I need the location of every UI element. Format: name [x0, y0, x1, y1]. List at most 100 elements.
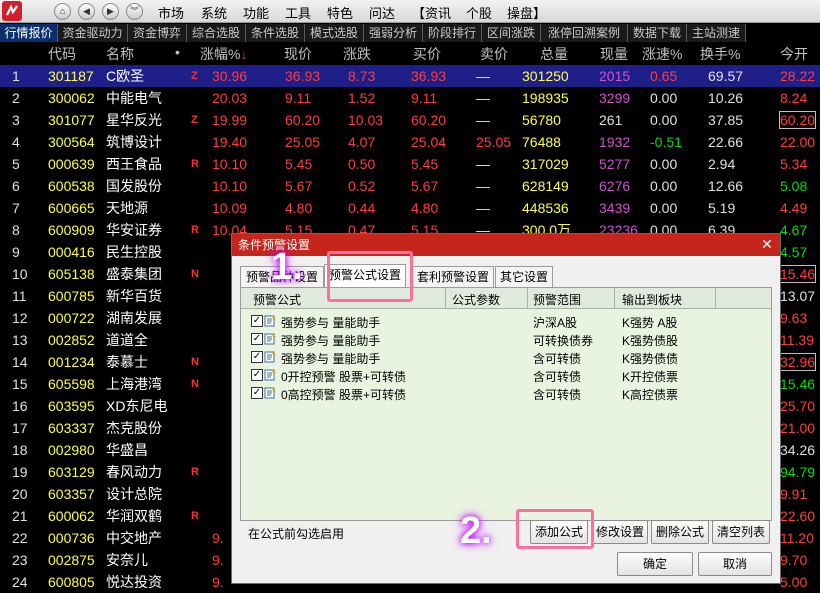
table-row[interactable]: 1 301187 C欧圣 30.96 36.93 8.73 36.93 — 301250 2015… [0, 65, 820, 87]
current-volume: 3299 [599, 90, 631, 106]
total-volume: 198935 [522, 90, 569, 106]
tab-quotes[interactable]: 行情报价 [0, 24, 58, 42]
back-icon[interactable]: ◀ [78, 3, 95, 20]
open-price: 60.20 [778, 111, 817, 129]
menu-stock[interactable]: 个股 [466, 3, 492, 22]
tab-data-download[interactable]: 数据下载 [628, 24, 687, 42]
tab-server-test[interactable]: 主站测速 [687, 24, 746, 42]
header-speed[interactable]: 涨速% [642, 44, 682, 64]
enable-checkbox[interactable]: ✓ [251, 333, 263, 345]
ok-button[interactable]: 确定 [617, 552, 693, 576]
open-price: 13.07 [780, 288, 816, 304]
alert-range: 含可转债 [533, 352, 582, 366]
highlight-add-formula [516, 509, 594, 549]
menu-trading[interactable]: 操盘】 [507, 3, 546, 22]
row-index: 10 [12, 266, 28, 282]
close-icon[interactable]: ✕ [760, 237, 774, 251]
enable-checkbox[interactable]: ✓ [251, 369, 263, 381]
edit-settings-button[interactable]: 修改设置 [592, 520, 648, 544]
change: 0.52 [348, 178, 376, 194]
formula-name: 0开控预警 股票+可转债 [281, 370, 407, 384]
stock-code: 603129 [48, 464, 95, 480]
enable-checkbox[interactable]: ✓ [251, 387, 263, 399]
speed-pct: 0.00 [650, 90, 678, 106]
tab-range-change[interactable]: 区间涨跌 [482, 24, 541, 42]
menu-news[interactable]: 【资讯 [412, 3, 451, 22]
cancel-button[interactable]: 取消 [698, 552, 772, 576]
expand-down-icon[interactable]: ︾ [126, 3, 143, 20]
forward-icon[interactable]: ▶ [102, 3, 119, 20]
enable-checkbox[interactable]: ✓ [251, 315, 263, 327]
col-params[interactable]: 公式参数 [452, 291, 500, 308]
header-code[interactable]: 代码 [48, 44, 76, 64]
table-row[interactable]: 6 600538 国发股份 10.10 5.67 0.52 5.67 — 628149 6276 0… [0, 175, 820, 197]
tab-capital-game[interactable]: 资金博弈 [128, 24, 187, 42]
tab-other-settings[interactable]: 其它设置 [495, 266, 553, 287]
tab-strength-analysis[interactable]: 强弱分析 [364, 24, 423, 42]
header-ask[interactable]: 卖价 [480, 44, 508, 64]
header-turnover[interactable]: 换手% [700, 44, 740, 64]
menu-features[interactable]: 特色 [327, 3, 353, 22]
stock-flag-badge: N [191, 268, 199, 280]
header-price[interactable]: 现价 [284, 44, 312, 64]
stock-name: 春风动力 [106, 464, 162, 480]
header-current-vol[interactable]: 现量 [600, 44, 628, 64]
menu-market[interactable]: 市场 [158, 3, 184, 22]
header-open[interactable]: 今开 [780, 44, 808, 64]
table-row[interactable]: 3 301077 星华反光 19.99 60.20 10.03 60.20 — 56780 261… [0, 109, 820, 131]
stock-name: 西王食品 [106, 156, 162, 172]
stock-code: 002875 [48, 552, 95, 568]
step-2-label: 2. [460, 510, 492, 552]
formula-list-item[interactable]: ✓ 0高控预警 股票+可转债 含可转债 K高控债票 [241, 384, 771, 402]
ask-price: — [476, 112, 490, 128]
table-row[interactable]: 7 600665 天地源 10.09 4.80 0.44 4.80 — 448536 3439 0.… [0, 197, 820, 219]
formula-list-item[interactable]: ✓ 强势参与 量能助手 沪深A股 K强势 A股 [241, 312, 771, 330]
header-bid[interactable]: 买价 [413, 44, 441, 64]
table-row[interactable]: 2 300062 中能电气 20.03 9.11 1.52 9.11 — 198935 3299 0… [0, 87, 820, 109]
tab-comprehensive-select[interactable]: 综合选股 [187, 24, 246, 42]
stock-name: XD东尼电 [106, 398, 168, 414]
table-row[interactable]: 5 000639 西王食品 10.10 5.45 0.50 5.45 — 317029 5277 0… [0, 153, 820, 175]
col-formula[interactable]: 预警公式 [253, 291, 301, 308]
menu-tools[interactable]: 工具 [285, 3, 311, 22]
col-output-board[interactable]: 输出到板块 [622, 291, 682, 308]
delete-formula-button[interactable]: 删除公式 [651, 520, 709, 544]
price: 4.80 [285, 200, 313, 216]
header-change[interactable]: 涨跌 [343, 44, 371, 64]
tab-period-rank[interactable]: 阶段排行 [423, 24, 482, 42]
open-price: 25.70 [780, 398, 816, 414]
speed-pct: 0.65 [650, 68, 678, 84]
home-icon[interactable]: ⌂ [54, 3, 71, 20]
stock-name: 华安证券 [106, 222, 162, 238]
menu-function[interactable]: 功能 [243, 3, 269, 22]
tab-condition-select[interactable]: 条件选股 [246, 24, 305, 42]
header-change-pct[interactable]: 涨幅%↓ [200, 44, 247, 64]
tab-capital-drive[interactable]: 资金驱动力 [58, 24, 128, 42]
col-range[interactable]: 预警范围 [533, 291, 581, 308]
speed-pct: 0.00 [650, 112, 678, 128]
tab-arbitrage-alerts[interactable]: 套利预警设置 [412, 266, 494, 287]
function-tab-strip: 行情报价 资金驱动力 资金博弈 综合选股 条件选股 模式选股 强弱分析 阶段排行… [0, 23, 820, 43]
row-index: 15 [12, 376, 28, 392]
dialog-title-bar[interactable]: 条件预警设置 ✕ [232, 234, 780, 256]
header-volume[interactable]: 总量 [540, 44, 568, 64]
row-index: 5 [12, 156, 20, 172]
menu-system[interactable]: 系统 [201, 3, 227, 22]
clear-list-button[interactable]: 清空列表 [712, 520, 770, 544]
open-price: 94.79 [780, 464, 816, 480]
tab-pattern-select[interactable]: 模式选股 [305, 24, 364, 42]
stock-code: 300062 [48, 90, 95, 106]
menu-wenda[interactable]: 问达 [369, 3, 395, 22]
header-name[interactable]: 名称 [106, 44, 134, 64]
formula-list-item[interactable]: ✓ 强势参与 量能助手 含可转债 K强势债债 [241, 348, 771, 366]
formula-list-item[interactable]: ✓ 强势参与 量能助手 可转换债券 K强势债股 [241, 330, 771, 348]
stock-flag-badge: Z [191, 114, 198, 126]
enable-checkbox[interactable]: ✓ [251, 351, 263, 363]
total-volume: 628149 [522, 178, 569, 194]
formula-list-item[interactable]: ✓ 0开控预警 股票+可转债 含可转债 K开控债票 [241, 366, 771, 384]
table-row[interactable]: 4 300564 筑博设计 19.40 25.05 4.07 25.04 25.05 76488… [0, 131, 820, 153]
row-index: 14 [12, 354, 28, 370]
tab-limit-up-cases[interactable]: 涨停回溯案例 [541, 24, 628, 42]
formula-list[interactable]: 预警公式 公式参数 预警范围 输出到板块 ✓ 强势参与 量能助手 沪深A股 K强势 A… [240, 287, 772, 521]
change-pct: 30.96 [212, 68, 248, 84]
